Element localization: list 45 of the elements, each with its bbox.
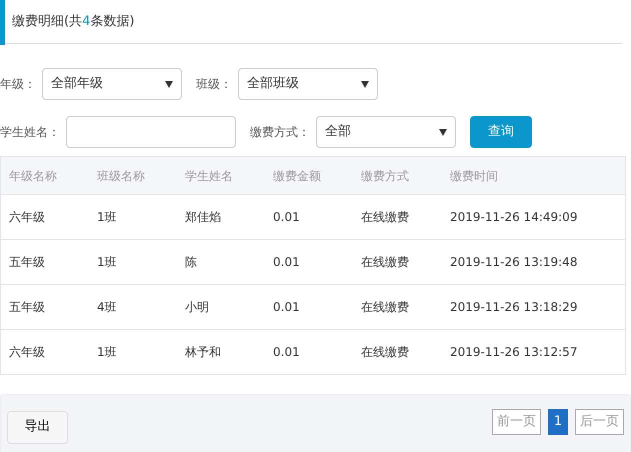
table-cell-text: 在线缴费: [361, 299, 410, 316]
caret-icon: [439, 128, 447, 136]
caret-icon: [361, 80, 369, 88]
table-cell-text: 2019-11-26 13:19:48: [450, 254, 578, 271]
table-cell-text: 六年级: [9, 344, 46, 361]
table-cell-text: 2019-11-26 14:49:09: [450, 209, 578, 226]
table-cell-text: 小明: [185, 299, 210, 316]
table-cell-text: 陈: [185, 254, 198, 271]
input-field[interactable]: [66, 116, 236, 148]
select-field[interactable]: 全部: [316, 116, 456, 148]
field-label: 年级：: [0, 76, 36, 93]
table-cell-text: 五年级: [9, 299, 46, 316]
field-label: 学生姓名：: [0, 124, 60, 141]
table-cell-text: 0.01: [273, 254, 301, 271]
column-header: 班级名称: [97, 168, 146, 184]
table-cell-text: 六年级: [9, 209, 46, 226]
table-cell-text: 4班: [97, 299, 118, 316]
table-cell-text: 在线缴费: [361, 344, 410, 361]
select-field[interactable]: 全部班级: [238, 68, 378, 100]
select-field[interactable]: 全部年级: [42, 68, 182, 100]
export-button[interactable]: 导出: [7, 410, 68, 444]
table-cell-text: 五年级: [9, 254, 46, 271]
table-cell-text: 在线缴费: [361, 254, 410, 271]
pagination-button[interactable]: 1: [548, 409, 568, 435]
table-cell-text: 在线缴费: [361, 209, 410, 226]
table-cell-text: 2019-11-26 13:12:57: [450, 344, 578, 361]
section-title: 缴费明细(共4条数据): [12, 12, 134, 31]
table-cell-text: 1班: [97, 254, 118, 271]
table-cell-text: 0.01: [273, 344, 301, 361]
column-header: 缴费金额: [273, 168, 322, 184]
column-header: 缴费方式: [361, 168, 410, 184]
table-cell-text: 1班: [97, 209, 118, 226]
table-cell-text: 林予和: [185, 344, 222, 361]
table-cell-text: 1班: [97, 344, 118, 361]
table-cell-text: 郑佳焰: [185, 209, 222, 226]
column-header: 学生姓名: [185, 168, 234, 184]
column-header: 年级名称: [9, 168, 58, 184]
caret-icon: [165, 80, 173, 88]
table-cell-text: 0.01: [273, 299, 301, 316]
column-header: 缴费时间: [450, 168, 499, 184]
accent-bar: [0, 0, 5, 45]
field-label: 班级：: [196, 76, 232, 93]
field-label: 缴费方式：: [250, 124, 310, 141]
table-cell-text: 2019-11-26 13:18:29: [450, 299, 578, 316]
table-cell-text: 0.01: [273, 209, 301, 226]
